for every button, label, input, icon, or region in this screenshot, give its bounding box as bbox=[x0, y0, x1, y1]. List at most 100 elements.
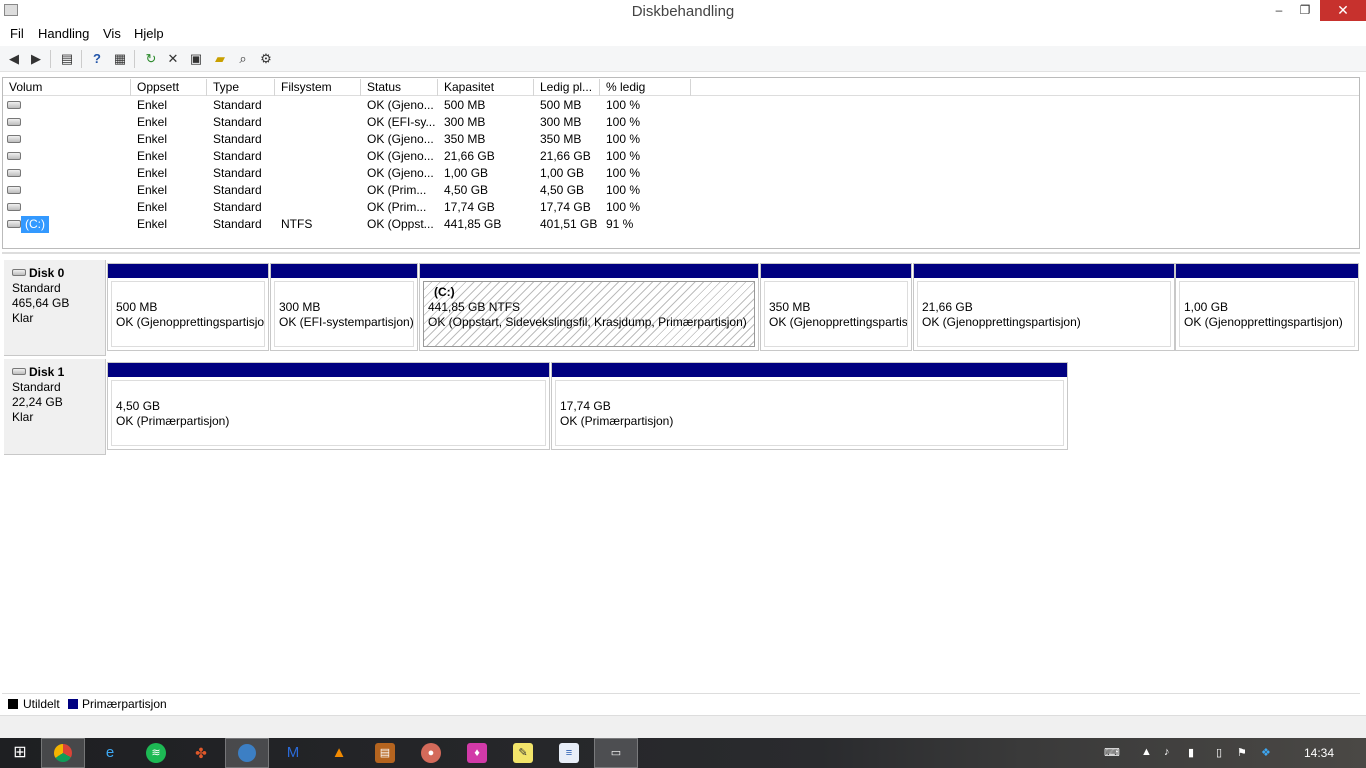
chrome-icon[interactable] bbox=[41, 738, 85, 768]
volume-cell-status: OK (Prim... bbox=[367, 200, 427, 214]
delete-icon[interactable]: ✕ bbox=[164, 50, 182, 68]
menu-bar: Fil Handling Vis Hjelp bbox=[0, 23, 1366, 44]
volume-cell-oppsett: Enkel bbox=[137, 149, 168, 163]
volume-cell-oppsett: Enkel bbox=[137, 166, 168, 180]
legend-primary: Primærpartisjon bbox=[82, 697, 167, 711]
col-pct-ledig[interactable]: % ledig bbox=[600, 79, 691, 96]
partition-info: 4,50 GB OK (Primærpartisjon) bbox=[111, 380, 546, 446]
battery-icon[interactable]: ▯ bbox=[1216, 746, 1222, 759]
menu-vis[interactable]: Vis bbox=[103, 26, 121, 41]
partition-type-bar bbox=[108, 363, 549, 377]
volume-cell-type: Standard bbox=[213, 183, 262, 197]
partition-size: 500 MB bbox=[116, 300, 158, 314]
col-ledig[interactable]: Ledig pl... bbox=[534, 79, 600, 96]
volume-row[interactable]: Enkel Standard OK (Prim... 17,74 GB 17,74 GB… bbox=[3, 199, 1359, 216]
partition-type-bar bbox=[914, 264, 1174, 278]
thunderbird-icon[interactable] bbox=[225, 738, 269, 768]
col-status[interactable]: Status bbox=[361, 79, 438, 96]
volume-row[interactable]: (C:) Enkel Standard NTFS OK (Oppst... 441,85 … bbox=[3, 216, 1359, 233]
disk-management-icon[interactable]: ▭ bbox=[594, 738, 638, 768]
partition-info: 17,74 GB OK (Primærpartisjon) bbox=[555, 380, 1064, 446]
volume-cell-type: Standard bbox=[213, 132, 262, 146]
partition-block[interactable]: (C:) 441,85 GB NTFS OK (Oppstart, Sideveks… bbox=[419, 263, 759, 351]
disk-1-label[interactable]: Disk 1 Standard 22,24 GB Klar bbox=[4, 359, 106, 455]
volume-row[interactable]: Enkel Standard OK (EFI-sy... 300 MB 300 MB 10… bbox=[3, 114, 1359, 131]
app-icon-3[interactable]: ♦ bbox=[467, 743, 487, 763]
partition-status: OK (Gjenopprettingspartisjon) bbox=[922, 315, 1081, 329]
console-tree-icon[interactable]: ▤ bbox=[58, 50, 76, 68]
settings-icon[interactable]: ⚙ bbox=[257, 50, 275, 68]
volume-list-header: Volum Oppsett Type Filsystem Status Kapa… bbox=[3, 78, 1359, 96]
explore-icon[interactable]: ⌕ bbox=[234, 50, 252, 68]
partition-block[interactable]: 21,66 GB OK (Gjenopprettingspartisjon) bbox=[913, 263, 1175, 351]
col-kapasitet[interactable]: Kapasitet bbox=[438, 79, 534, 96]
back-icon[interactable]: ◀ bbox=[5, 50, 23, 68]
menu-fil[interactable]: Fil bbox=[10, 26, 24, 41]
partition-info: (C:) 441,85 GB NTFS OK (Oppstart, Sideveks… bbox=[423, 281, 755, 347]
menu-handling[interactable]: Handling bbox=[38, 26, 89, 41]
notepad-icon[interactable]: ✎ bbox=[513, 743, 533, 763]
col-volum[interactable]: Volum bbox=[3, 79, 131, 96]
disk-1-type: Standard bbox=[12, 380, 61, 394]
network-icon[interactable]: ▮ bbox=[1188, 746, 1194, 759]
col-type[interactable]: Type bbox=[207, 79, 275, 96]
volume-row[interactable]: Enkel Standard OK (Gjeno... 500 MB 500 MB 100… bbox=[3, 97, 1359, 114]
refresh-icon[interactable]: ↻ bbox=[142, 50, 160, 68]
volume-list[interactable]: Volum Oppsett Type Filsystem Status Kapa… bbox=[2, 77, 1360, 249]
keyboard-icon[interactable]: ⌨ bbox=[1104, 746, 1120, 759]
disk-map: Disk 0 Standard 465,64 GB Klar 500 MB OK … bbox=[2, 252, 1360, 690]
partition-block[interactable]: 350 MB OK (Gjenopprettingspartis bbox=[760, 263, 912, 351]
title-bar[interactable]: Diskbehandling – ❐ ✕ bbox=[0, 0, 1366, 23]
malwarebytes-icon[interactable]: M bbox=[283, 743, 303, 763]
vlc-icon[interactable]: ▲ bbox=[329, 743, 349, 763]
winrar-icon[interactable]: ▤ bbox=[375, 743, 395, 763]
volume-row[interactable]: Enkel Standard OK (Gjeno... 1,00 GB 1,00 GB 1… bbox=[3, 165, 1359, 182]
minimize-button[interactable]: – bbox=[1266, 0, 1292, 21]
properties-icon[interactable]: ▦ bbox=[111, 50, 129, 68]
windows-start-icon[interactable]: ⊞ bbox=[10, 743, 30, 763]
forward-icon[interactable]: ▶ bbox=[27, 50, 45, 68]
disk-properties-icon[interactable]: ▣ bbox=[187, 50, 205, 68]
volume-cell-pct: 91 % bbox=[606, 217, 634, 231]
volume-row[interactable]: Enkel Standard OK (Gjeno... 21,66 GB 21,66 G… bbox=[3, 148, 1359, 165]
partition-label: (C:) bbox=[434, 285, 455, 299]
close-button[interactable]: ✕ bbox=[1320, 0, 1366, 21]
restore-button[interactable]: ❐ bbox=[1292, 0, 1318, 21]
clock[interactable]: 14:34 bbox=[1304, 746, 1334, 760]
partition-size: 4,50 GB bbox=[116, 399, 161, 413]
volume-cell-status: OK (Oppst... bbox=[367, 217, 434, 231]
volume-cell-status: OK (Gjeno... bbox=[367, 132, 434, 146]
spotify-icon[interactable]: ≋ bbox=[146, 743, 166, 763]
show-hidden-icons-icon[interactable]: ▲ bbox=[1141, 746, 1152, 758]
volume-cell-oppsett: Enkel bbox=[137, 98, 168, 112]
volume-icon bbox=[7, 220, 21, 228]
volume-cell-oppsett: Enkel bbox=[137, 132, 168, 146]
menu-hjelp[interactable]: Hjelp bbox=[134, 26, 164, 41]
partition-size: 441,85 GB NTFS bbox=[428, 300, 521, 314]
partition-block[interactable]: 1,00 GB OK (Gjenopprettingspartisjon) bbox=[1175, 263, 1359, 351]
volume-icon bbox=[7, 186, 21, 194]
open-icon[interactable]: ▰ bbox=[211, 50, 229, 68]
document-icon[interactable]: ≡ bbox=[559, 743, 579, 763]
disk-0-label[interactable]: Disk 0 Standard 465,64 GB Klar bbox=[4, 260, 106, 356]
volume-row[interactable]: Enkel Standard OK (Prim... 4,50 GB 4,50 GB 10… bbox=[3, 182, 1359, 199]
partition-block[interactable]: 17,74 GB OK (Primærpartisjon) bbox=[551, 362, 1068, 450]
internet-explorer-icon[interactable]: e bbox=[100, 743, 120, 763]
partition-info: 1,00 GB OK (Gjenopprettingspartisjon) bbox=[1179, 281, 1355, 347]
action-center-flag-icon[interactable]: ⚑ bbox=[1237, 746, 1247, 759]
partition-block[interactable]: 4,50 GB OK (Primærpartisjon) bbox=[107, 362, 550, 450]
volume-row[interactable]: Enkel Standard OK (Gjeno... 350 MB 350 MB 100… bbox=[3, 131, 1359, 148]
help-icon[interactable]: ? bbox=[88, 50, 106, 68]
app-icon-2[interactable]: ● bbox=[421, 743, 441, 763]
col-oppsett[interactable]: Oppsett bbox=[131, 79, 207, 96]
volume-icon[interactable]: ♪ bbox=[1164, 746, 1170, 758]
col-filsystem[interactable]: Filsystem bbox=[275, 79, 361, 96]
partition-block[interactable]: 500 MB OK (Gjenopprettingspartisjo bbox=[107, 263, 269, 351]
volume-cell-volum: (C:) bbox=[21, 216, 49, 233]
partition-block[interactable]: 300 MB OK (EFI-systempartisjon) bbox=[270, 263, 418, 351]
partition-status: OK (Gjenopprettingspartis bbox=[769, 315, 908, 329]
volume-cell-ledig: 4,50 GB bbox=[540, 183, 585, 197]
dropbox-icon[interactable]: ❖ bbox=[1261, 746, 1271, 759]
disk-1-state: Klar bbox=[12, 410, 34, 424]
app-icon[interactable]: ✤ bbox=[191, 743, 211, 763]
